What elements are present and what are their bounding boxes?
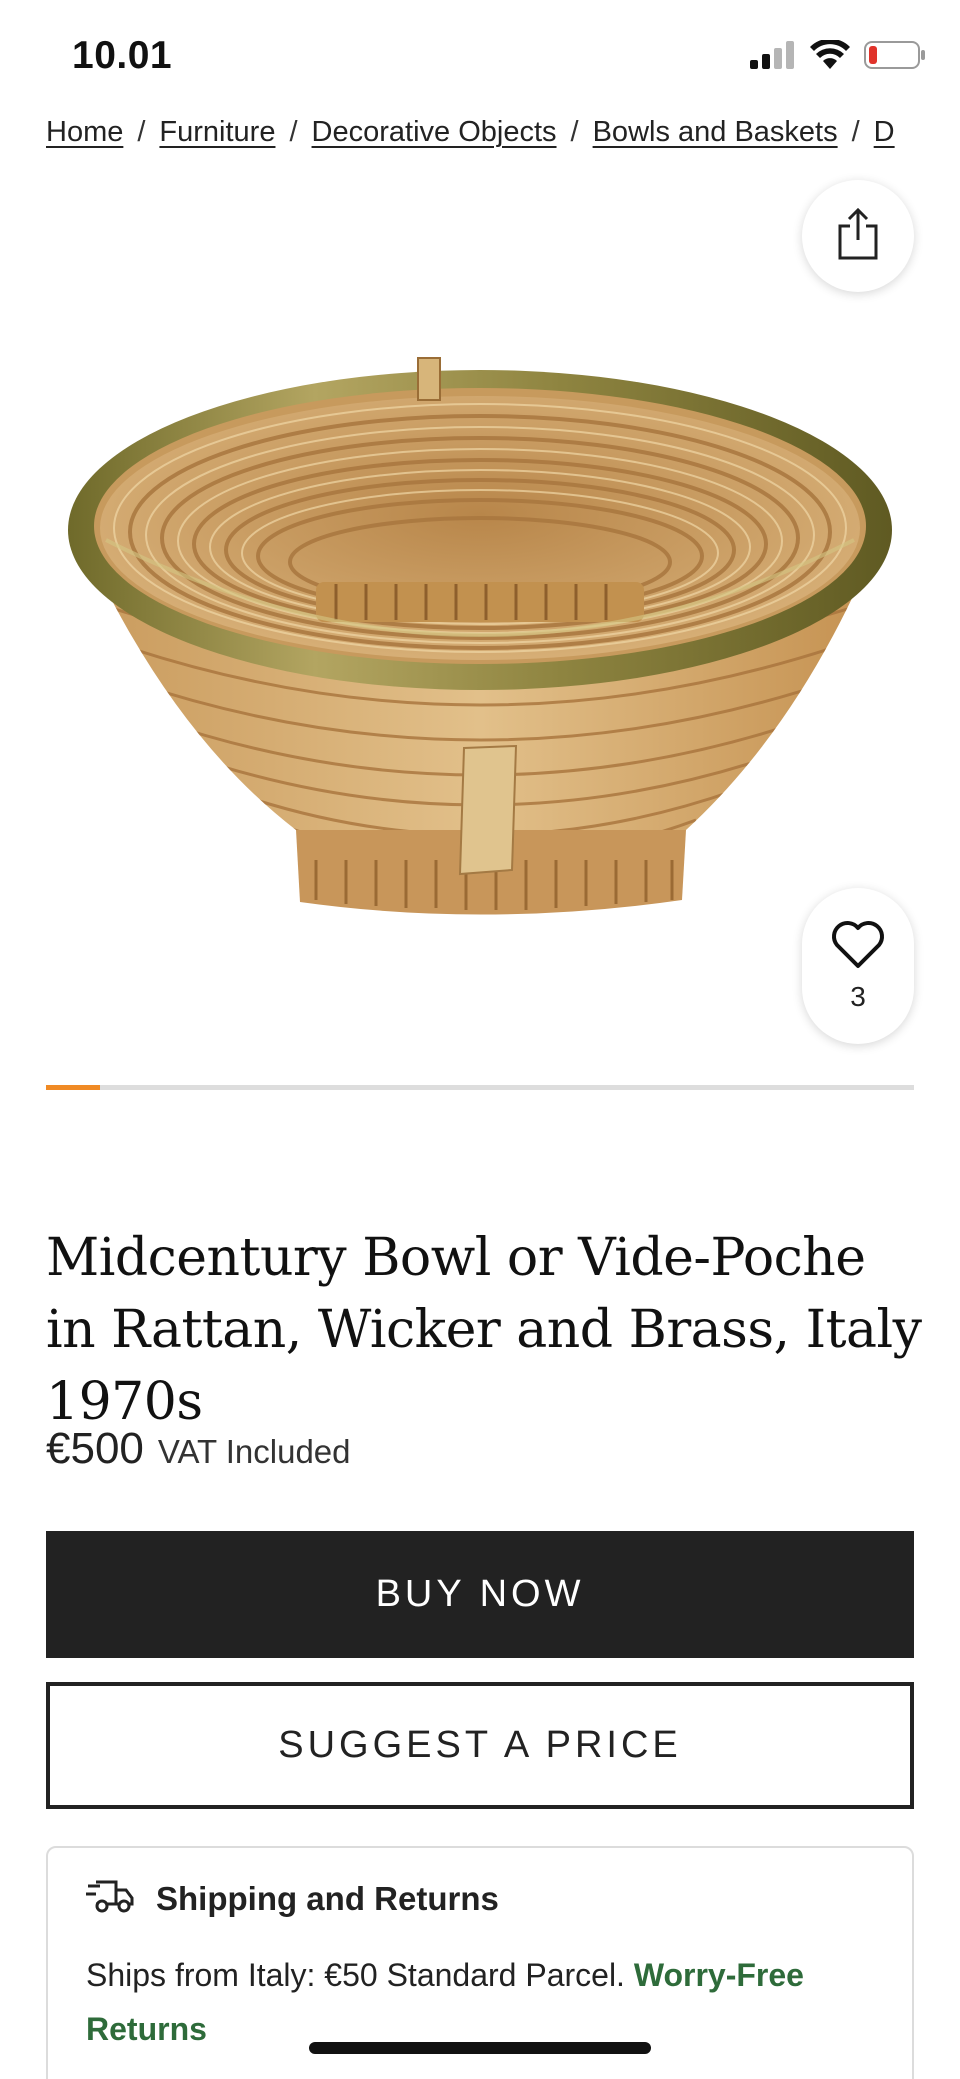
delivery-truck-icon [86, 1878, 134, 1919]
product-price: €500 [46, 1424, 144, 1473]
cellular-signal-icon [750, 41, 796, 74]
breadcrumb-home[interactable]: Home [46, 116, 123, 148]
home-indicator[interactable] [309, 2042, 651, 2054]
breadcrumb-separator: / [570, 116, 579, 148]
heart-icon [830, 920, 886, 975]
price-row: €500 VAT Included [46, 1424, 351, 1474]
status-time: 10.01 [72, 34, 173, 77]
breadcrumb-separator: / [289, 116, 298, 148]
shipping-description: Ships from Italy: €50 Standard Parcel. [86, 1957, 625, 1993]
wifi-icon [810, 38, 850, 75]
shipping-header: Shipping and Returns [86, 1878, 499, 1919]
breadcrumb-furniture[interactable]: Furniture [159, 116, 275, 148]
carousel-progress [46, 1085, 914, 1090]
breadcrumb-bowls-and-baskets[interactable]: Bowls and Baskets [593, 116, 838, 148]
rattan-bowl-illustration [68, 357, 892, 915]
shipping-title: Shipping and Returns [156, 1879, 499, 1917]
breadcrumb-separator: / [137, 116, 146, 148]
breadcrumb: Home / Furniture / Decorative Objects / Bowls … [46, 116, 960, 160]
product-page: 10.01 Home / Furniture / Decorative Obje… [0, 0, 960, 2079]
status-icons [750, 38, 926, 75]
breadcrumb-truncated-item[interactable]: D [874, 116, 895, 148]
battery-low-icon [864, 40, 926, 75]
breadcrumb-decorative-objects[interactable]: Decorative Objects [312, 116, 557, 148]
vat-note: VAT Included [157, 1433, 351, 1470]
shipping-text-block: Ships from Italy: €50 Standard Parcel. W… [86, 1948, 886, 2056]
favorite-button[interactable]: 3 [802, 888, 914, 1044]
suggest-price-button[interactable]: SUGGEST A PRICE [46, 1682, 914, 1809]
carousel-progress-fill [46, 1085, 101, 1090]
breadcrumb-separator: / [851, 116, 860, 148]
share-button[interactable] [802, 180, 914, 292]
product-image[interactable] [46, 300, 914, 960]
status-bar: 10.01 [0, 0, 960, 110]
product-title: Midcentury Bowl or Vide-Poche in Rattan,… [46, 1228, 922, 1432]
favorite-count: 3 [850, 980, 866, 1012]
buy-now-button[interactable]: BUY NOW [46, 1531, 914, 1658]
share-icon [836, 207, 880, 265]
